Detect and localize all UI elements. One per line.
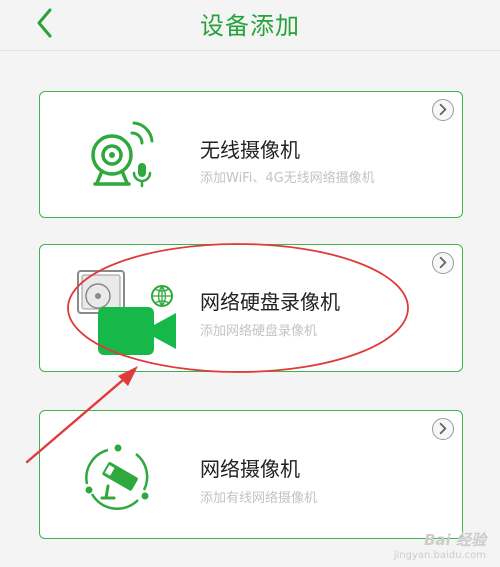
watermark: Bai 经验 jingyan.baidu.com [394, 529, 486, 561]
chevron-right-icon[interactable] [432, 99, 454, 121]
card-title: 网络硬盘录像机 [200, 290, 340, 314]
watermark-url: jingyan.baidu.com [393, 550, 486, 561]
chevron-right-icon[interactable] [432, 252, 454, 274]
card-description: 添加WiFi、4G无线网络摄像机 [200, 171, 375, 186]
network-camera-icon [85, 444, 149, 510]
card-nvr-recorder[interactable]: 网络硬盘录像机 添加网络硬盘录像机 [39, 244, 463, 372]
chevron-right-icon[interactable] [432, 418, 454, 440]
card-title: 无线摄像机 [200, 138, 300, 162]
page-title: 设备添加 [200, 12, 300, 40]
card-network-camera[interactable]: 网络摄像机 添加有线网络摄像机 [39, 410, 463, 539]
card-title: 网络摄像机 [200, 457, 300, 481]
card-description: 添加有线网络摄像机 [200, 491, 318, 506]
card-wireless-camera[interactable]: 无线摄像机 添加WiFi、4G无线网络摄像机 [39, 91, 463, 218]
watermark-logo: Bai 经验 [424, 531, 486, 549]
card-description: 添加网络硬盘录像机 [200, 324, 318, 339]
nvr-recorder-icon [77, 270, 176, 355]
header-bar: 设备添加 [0, 0, 500, 51]
wireless-camera-icon [91, 121, 154, 188]
